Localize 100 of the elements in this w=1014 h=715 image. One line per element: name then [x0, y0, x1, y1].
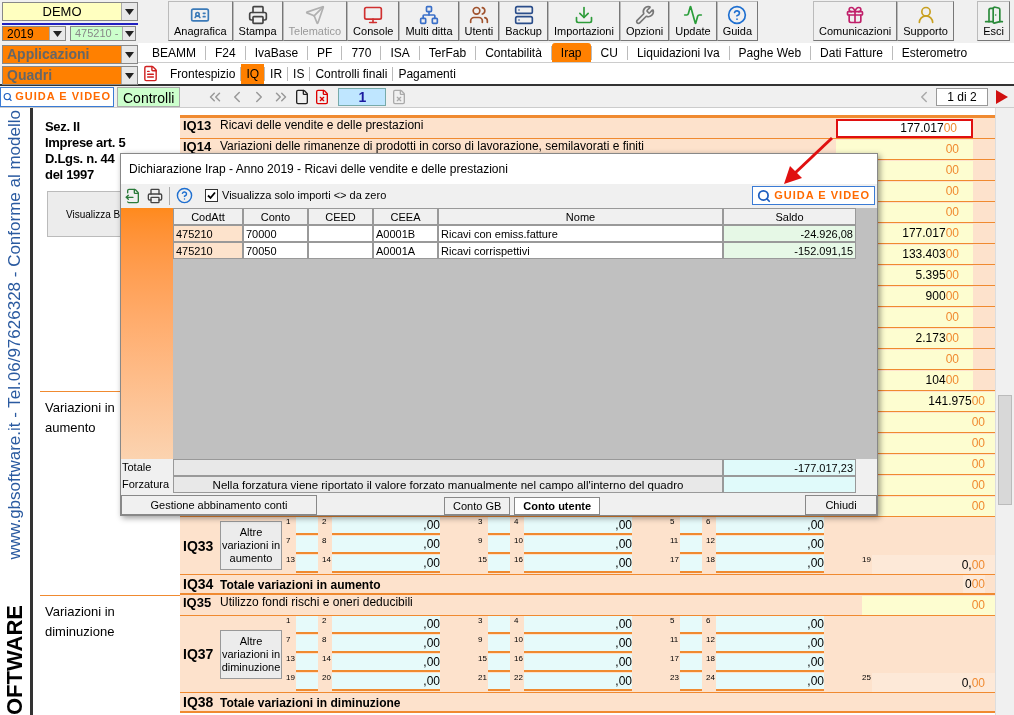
new-page-icon[interactable]	[294, 88, 311, 105]
amount-field[interactable]	[296, 635, 318, 653]
amount-field[interactable]	[680, 536, 702, 554]
section-tab[interactable]: Frontespizio	[165, 63, 241, 84]
amount-field[interactable]: ,00	[332, 635, 440, 653]
app-tab[interactable]: 770	[342, 43, 381, 62]
toolbar-button[interactable]: Stampa	[232, 1, 283, 41]
amount-field[interactable]	[488, 517, 510, 535]
scrollbar[interactable]	[995, 108, 1014, 715]
delete-page-icon[interactable]	[314, 88, 331, 105]
amount-field[interactable]	[680, 555, 702, 573]
next-page-icon[interactable]	[996, 89, 1008, 104]
manage-button[interactable]: Gestione abbinamento conti	[121, 495, 317, 515]
toolbar-button[interactable]: Multi ditta	[399, 1, 459, 41]
help-icon[interactable]	[176, 187, 193, 205]
amount-field[interactable]: ,00	[716, 673, 824, 691]
amount-field[interactable]: ,00	[524, 555, 632, 573]
view-tab[interactable]: Conto GB	[444, 497, 511, 515]
toolbar-button[interactable]: Backup	[499, 1, 548, 41]
field-number: 14	[322, 555, 332, 566]
field-number: 21	[478, 673, 488, 684]
amount-field[interactable]	[488, 616, 510, 634]
toolbar-button[interactable]: Guida	[716, 1, 759, 41]
amount-field[interactable]: ,00	[524, 517, 632, 535]
amount-field[interactable]: ,00	[332, 673, 440, 691]
amount-field[interactable]	[296, 555, 318, 573]
amount-field[interactable]: ,00	[524, 616, 632, 634]
section-tab[interactable]: Pagamenti	[393, 63, 461, 84]
section-tab[interactable]: IR	[265, 63, 288, 84]
toolbar-button[interactable]: Importazioni	[548, 1, 620, 41]
amount-field[interactable]	[488, 555, 510, 573]
amount-field[interactable]: ,00	[332, 536, 440, 554]
page-field[interactable]: 1	[338, 87, 387, 106]
app-tab[interactable]: Liquidazioni Iva	[627, 43, 729, 62]
amount-field[interactable]: ,00	[332, 654, 440, 672]
app-tab[interactable]: F24	[206, 43, 245, 62]
app-tab[interactable]: IvaBase	[245, 43, 308, 62]
other-variations-button[interactable]: Altre variazioni in diminuzione	[220, 629, 282, 679]
amount-field[interactable]: ,00	[332, 555, 440, 573]
controls-button[interactable]: Controlli	[117, 86, 181, 107]
export-icon[interactable]	[125, 187, 141, 204]
checkbox[interactable]	[205, 189, 218, 203]
amount-field[interactable]	[680, 673, 702, 691]
amount-field[interactable]: ,00	[716, 654, 824, 672]
app-tab[interactable]: PF	[308, 43, 342, 62]
pdf-icon[interactable]	[142, 65, 159, 82]
close-button[interactable]: Chiudi	[805, 495, 877, 515]
app-tab[interactable]: Contabilità	[476, 43, 551, 62]
app-tab[interactable]: Esterometro	[892, 43, 977, 62]
section-tab[interactable]: Controlli finali	[310, 63, 393, 84]
app-tab[interactable]: BEAMM	[143, 43, 205, 62]
amount-field[interactable]: ,00	[524, 673, 632, 691]
amount-field[interactable]	[680, 654, 702, 672]
app-tab[interactable]: Paghe Web	[729, 43, 811, 62]
amount-field[interactable]	[680, 616, 702, 634]
app-tab[interactable]: ISA	[381, 43, 419, 62]
toolbar-button[interactable]: Supporto	[897, 1, 954, 41]
amount-field[interactable]	[680, 635, 702, 653]
view-tab[interactable]: Conto utente	[514, 497, 601, 515]
amount-field[interactable]	[488, 654, 510, 672]
app-tab[interactable]: CU	[591, 43, 627, 62]
toolbar-button[interactable]: Anagrafica	[168, 1, 233, 41]
caret-icon	[125, 51, 134, 58]
app-tab[interactable]: Dati Fatture	[811, 43, 892, 62]
amount-field[interactable]: ,00	[332, 517, 440, 535]
field-number: 14	[322, 654, 332, 665]
year-dropdown[interactable]: 2019	[2, 26, 66, 41]
amount-field[interactable]	[488, 673, 510, 691]
amount-field[interactable]: ,00	[716, 517, 824, 535]
toolbar-button[interactable]: Update	[669, 1, 717, 41]
amount-field[interactable]	[296, 654, 318, 672]
amount-field[interactable]: 177.01700	[836, 118, 973, 138]
toolbar-button[interactable]: Utenti	[458, 1, 500, 41]
amount-field[interactable]: ,00	[716, 536, 824, 554]
section-tab[interactable]: IS	[288, 63, 310, 84]
amount-field[interactable]: ,00	[716, 555, 824, 573]
amount-field[interactable]: ,00	[716, 635, 824, 653]
app-tab[interactable]: Irap	[551, 43, 591, 62]
app-tab[interactable]: TerFab	[419, 43, 476, 62]
amount-field[interactable]: ,00	[332, 616, 440, 634]
company-dropdown[interactable]: DEMO	[2, 2, 138, 21]
toolbar-button[interactable]: Esci	[977, 1, 1010, 41]
override-field[interactable]	[723, 476, 856, 494]
amount-field[interactable]	[296, 616, 318, 634]
amount-field[interactable]	[488, 635, 510, 653]
amount-field[interactable]	[296, 517, 318, 535]
amount-field[interactable]	[296, 536, 318, 554]
other-variations-button[interactable]: Altre variazioni in aumento	[220, 521, 282, 570]
amount-field[interactable]	[680, 517, 702, 535]
printer-icon[interactable]	[147, 187, 163, 204]
toolbar-button[interactable]: Opzioni	[619, 1, 670, 41]
toolbar-button[interactable]: Console	[347, 1, 400, 41]
amount-field[interactable]: ,00	[524, 654, 632, 672]
toolbar-button[interactable]: Comunicazioni	[813, 1, 898, 41]
amount-field[interactable]	[296, 673, 318, 691]
amount-field[interactable]	[488, 536, 510, 554]
amount-field[interactable]: ,00	[524, 635, 632, 653]
section-tab[interactable]: IQ	[241, 63, 265, 84]
amount-field[interactable]: ,00	[524, 536, 632, 554]
amount-field[interactable]: ,00	[716, 616, 824, 634]
